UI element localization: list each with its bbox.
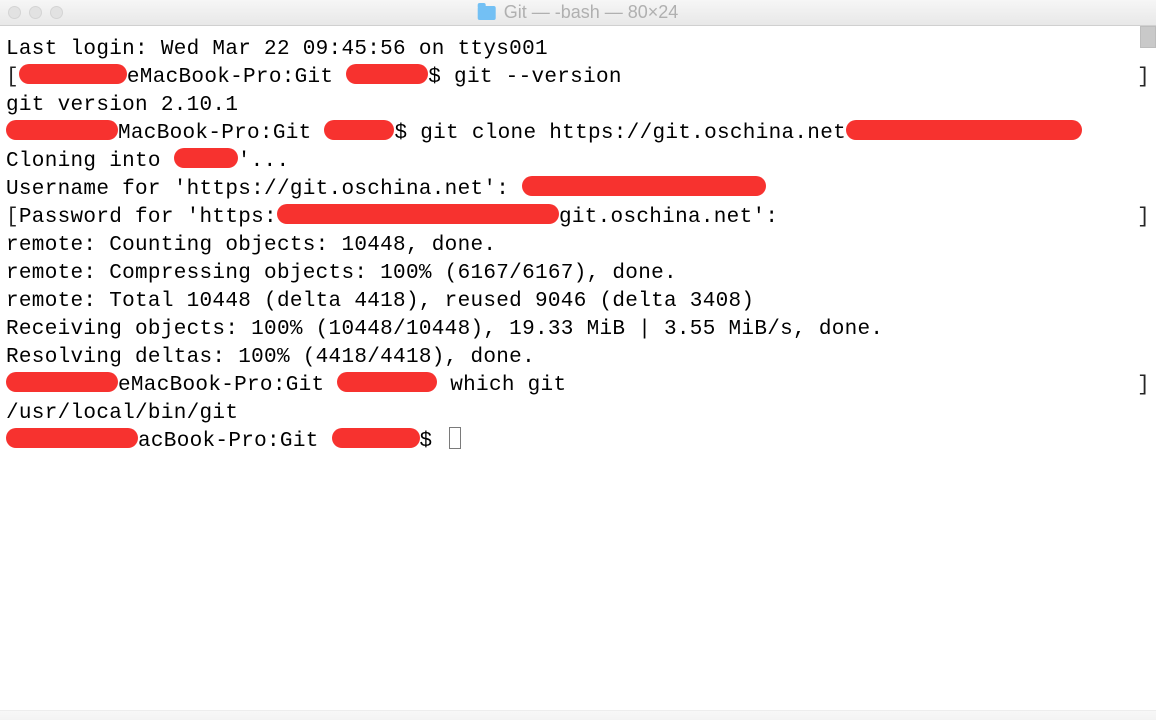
- terminal-line: Last login: Wed Mar 22 09:45:56 on ttys0…: [6, 36, 1150, 64]
- terminal-cursor: [449, 427, 461, 449]
- close-window-button[interactable]: [8, 6, 21, 19]
- redaction: [6, 120, 118, 140]
- redaction: [6, 372, 118, 392]
- redaction: [522, 176, 766, 196]
- terminal-output[interactable]: Last login: Wed Mar 22 09:45:56 on ttys0…: [0, 26, 1156, 720]
- redaction: [19, 64, 127, 84]
- terminal-line: Resolving deltas: 100% (4418/4418), done…: [6, 344, 1150, 372]
- terminal-line: remote: Total 10448 (delta 4418), reused…: [6, 288, 1150, 316]
- redaction: [324, 120, 394, 140]
- terminal-line: MacBook-Pro:Git $ git clone https://git.…: [6, 120, 1150, 148]
- window-titlebar: Git — -bash — 80×24: [0, 0, 1156, 26]
- bottom-edge: [0, 710, 1156, 720]
- redaction: [277, 204, 559, 224]
- terminal-line: Username for 'https://git.oschina.net':: [6, 176, 1150, 204]
- terminal-line: [eMacBook-Pro:Git $ git --version]: [6, 64, 1150, 92]
- terminal-line: Cloning into '...: [6, 148, 1150, 176]
- redaction: [846, 120, 1082, 140]
- minimize-window-button[interactable]: [29, 6, 42, 19]
- terminal-line: remote: Counting objects: 10448, done.: [6, 232, 1150, 260]
- redaction: [346, 64, 428, 84]
- terminal-line: eMacBook-Pro:Git which git]: [6, 372, 1150, 400]
- window-title-text: Git — -bash — 80×24: [504, 2, 679, 23]
- redaction: [332, 428, 420, 448]
- terminal-line: [Password for 'https:git.oschina.net':]: [6, 204, 1150, 232]
- terminal-line: remote: Compressing objects: 100% (6167/…: [6, 260, 1150, 288]
- window-title: Git — -bash — 80×24: [478, 2, 679, 23]
- redaction: [6, 428, 138, 448]
- terminal-line: /usr/local/bin/git: [6, 400, 1150, 428]
- zoom-window-button[interactable]: [50, 6, 63, 19]
- folder-icon: [478, 6, 496, 20]
- redaction: [174, 148, 238, 168]
- terminal-line: git version 2.10.1: [6, 92, 1150, 120]
- terminal-prompt-line: acBook-Pro:Git $: [6, 428, 1150, 456]
- traffic-lights: [8, 6, 63, 19]
- redaction: [337, 372, 437, 392]
- terminal-line: Receiving objects: 100% (10448/10448), 1…: [6, 316, 1150, 344]
